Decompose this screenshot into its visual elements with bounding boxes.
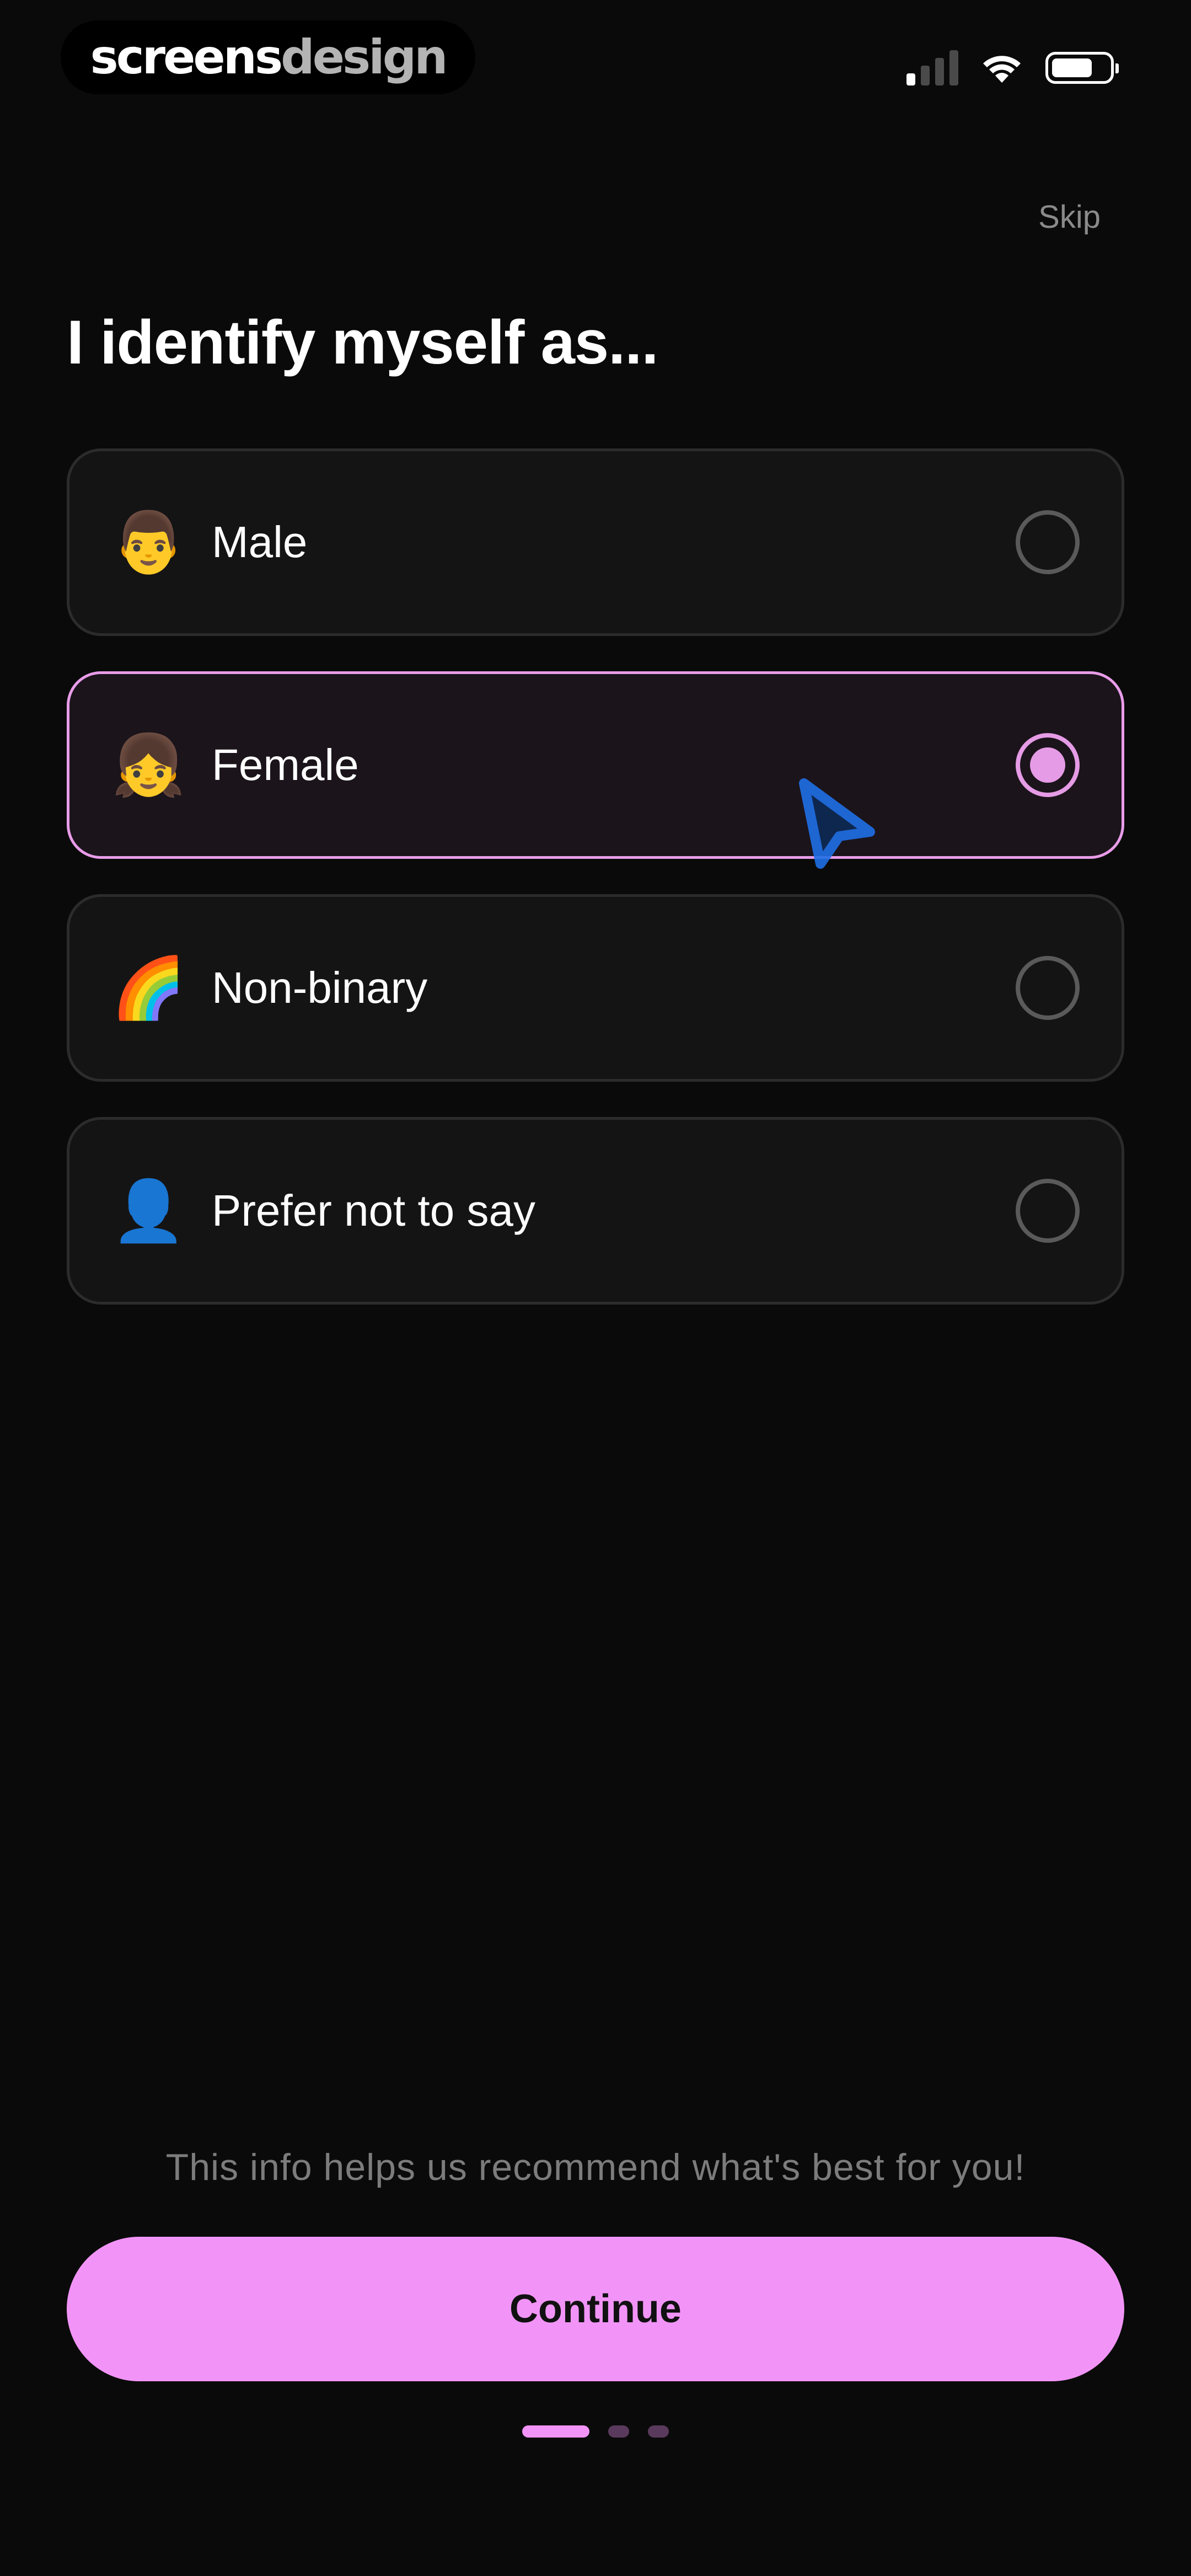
radio-button[interactable] <box>1016 510 1080 574</box>
rainbow-emoji-icon: 🌈 <box>111 954 186 1021</box>
wifi-icon <box>983 56 1021 83</box>
helper-text: This info helps us recommend what's best… <box>165 2146 1026 2188</box>
page-indicator-dot <box>522 2425 589 2438</box>
bust-silhouette-icon: 👤 <box>111 1177 186 1244</box>
option-label: Prefer not to say <box>212 1186 535 1235</box>
cellular-signal-icon <box>906 50 958 85</box>
radio-button[interactable] <box>1016 733 1080 797</box>
page-indicator-dot <box>648 2425 669 2438</box>
option-male[interactable]: 👨 Male <box>67 448 1124 636</box>
radio-button[interactable] <box>1016 956 1080 1020</box>
gender-options-list: 👨 Male 👧 Female 🌈 Non-binary 👤 Prefer no… <box>67 448 1124 1340</box>
continue-button[interactable]: Continue <box>67 2237 1124 2381</box>
option-prefer-not-to-say[interactable]: 👤 Prefer not to say <box>67 1117 1124 1305</box>
option-female[interactable]: 👧 Female <box>67 671 1124 859</box>
battery-level-fill <box>1052 58 1092 77</box>
page-indicator-dot <box>608 2425 629 2438</box>
battery-icon <box>1045 52 1119 84</box>
man-emoji-icon: 👨 <box>111 509 186 575</box>
option-label: Non-binary <box>212 963 428 1012</box>
status-icons <box>906 49 1119 87</box>
option-non-binary[interactable]: 🌈 Non-binary <box>67 894 1124 1082</box>
option-label: Male <box>212 517 308 566</box>
brand-logo-part-screens: screens <box>90 30 283 85</box>
page-title: I identify myself as... <box>67 308 658 377</box>
radio-button[interactable] <box>1016 1179 1080 1243</box>
girl-emoji-icon: 👧 <box>111 731 186 798</box>
page-indicator <box>0 2425 1191 2438</box>
brand-logo-part-design: design <box>281 30 448 85</box>
skip-button[interactable]: Skip <box>1038 199 1101 236</box>
brand-logo: screens design <box>61 20 475 94</box>
option-label: Female <box>212 740 359 789</box>
